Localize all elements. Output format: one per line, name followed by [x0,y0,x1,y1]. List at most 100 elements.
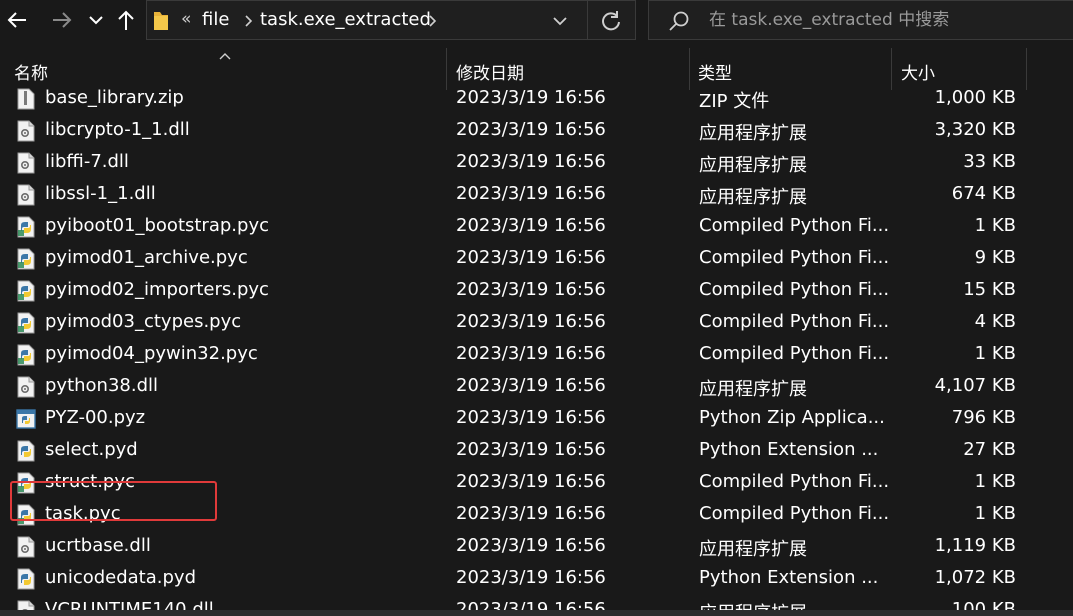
chevron-right-icon[interactable] [243,13,253,32]
file-name: struct.pyc [45,471,135,492]
file-type: Compiled Python Fi... [699,471,889,492]
file-modified-date: 2023/3/19 16:56 [456,183,606,204]
file-row[interactable]: pyimod02_importers.pyc 2023/3/19 16:56 Com… [0,274,1073,306]
python-zip-icon [16,408,36,430]
file-row[interactable]: pyimod03_ctypes.pyc 2023/3/19 16:56 Compil… [0,306,1073,338]
file-size: 1 KB [974,471,1016,492]
python-compiled-icon [16,248,36,270]
file-name: libffi-7.dll [45,151,129,172]
file-name: pyimod01_archive.pyc [45,247,248,268]
file-type: 应用程序扩展 [699,379,807,400]
file-modified-date: 2023/3/19 16:56 [456,87,606,108]
file-modified-date: 2023/3/19 16:56 [456,215,606,236]
breadcrumb-item-current[interactable]: task.exe_extracted [260,9,431,30]
zip-file-icon [16,88,36,110]
file-list: base_library.zip 2023/3/19 16:56 ZIP 文件 1,0… [0,78,1073,616]
file-modified-date: 2023/3/19 16:56 [456,247,606,268]
file-row[interactable]: unicodedata.pyd 2023/3/19 16:56 Python Ext… [0,562,1073,594]
up-button[interactable] [112,6,140,34]
address-dropdown-chevron-icon[interactable] [552,12,568,31]
dll-file-icon [16,376,36,398]
file-size: 3,320 KB [934,119,1016,140]
file-type: Compiled Python Fi... [699,215,889,236]
file-row[interactable]: ucrtbase.dll 2023/3/19 16:56 应用程序扩展 1,119 K… [0,530,1073,562]
dll-file-icon [16,536,36,558]
file-size: 1,119 KB [934,535,1016,556]
file-size: 1 KB [974,343,1016,364]
file-name: libssl-1_1.dll [45,183,156,204]
file-row[interactable]: pyiboot01_bootstrap.pyc 2023/3/19 16:56 Co… [0,210,1073,242]
file-modified-date: 2023/3/19 16:56 [456,567,606,588]
address-bar[interactable]: « file task.exe_extracted [146,0,636,40]
file-size: 4,107 KB [934,375,1016,396]
file-modified-date: 2023/3/19 16:56 [456,471,606,492]
dll-file-icon [16,184,36,206]
python-compiled-icon [16,344,36,366]
file-row[interactable]: libcrypto-1_1.dll 2023/3/19 16:56 应用程序扩展 3,… [0,114,1073,146]
status-strip [0,610,1073,616]
navigation-bar: « file task.exe_extracted [0,0,1073,42]
file-row[interactable]: base_library.zip 2023/3/19 16:56 ZIP 文件 1,0… [0,82,1073,114]
file-name: pyiboot01_bootstrap.pyc [45,215,269,236]
breadcrumb-overflow[interactable]: « [181,9,191,29]
python-compiled-icon [16,216,36,238]
scrollbar[interactable] [1066,90,1073,616]
python-compiled-icon [16,472,36,494]
file-name: unicodedata.pyd [45,567,196,588]
file-type: Compiled Python Fi... [699,311,889,332]
arrow-left-icon [7,12,26,28]
search-input[interactable] [707,8,1067,32]
file-modified-date: 2023/3/19 16:56 [456,407,606,428]
file-type: Compiled Python Fi... [699,503,889,524]
file-name: pyimod02_importers.pyc [45,279,269,300]
file-row[interactable]: PYZ-00.pyz 2023/3/19 16:56 Python Zip Appl… [0,402,1073,434]
file-name: libcrypto-1_1.dll [45,119,190,140]
refresh-icon [602,11,620,31]
file-name: task.pyc [45,503,121,524]
forward-button[interactable] [48,6,76,34]
file-name: python38.dll [45,375,159,396]
file-row[interactable]: select.pyd 2023/3/19 16:56 Python Extensio… [0,434,1073,466]
chevron-right-icon[interactable] [427,13,437,32]
file-size: 1,072 KB [934,567,1016,588]
file-row[interactable]: struct.pyc 2023/3/19 16:56 Compiled Python… [0,466,1073,498]
file-modified-date: 2023/3/19 16:56 [456,119,606,140]
back-button[interactable] [3,6,31,34]
file-row[interactable]: pyimod04_pywin32.pyc 2023/3/19 16:56 Compi… [0,338,1073,370]
file-row[interactable]: task.pyc 2023/3/19 16:56 Compiled Python F… [0,498,1073,530]
file-size: 9 KB [974,247,1016,268]
file-row[interactable]: libffi-7.dll 2023/3/19 16:56 应用程序扩展 33 KB [0,146,1073,178]
file-row[interactable]: libssl-1_1.dll 2023/3/19 16:56 应用程序扩展 674 K… [0,178,1073,210]
search-box[interactable] [648,0,1073,40]
file-size: 674 KB [951,183,1016,204]
file-type: Python Zip Applica... [699,407,885,428]
file-type: ZIP 文件 [699,91,770,112]
file-modified-date: 2023/3/19 16:56 [456,535,606,556]
dll-file-icon [16,152,36,174]
file-type: Compiled Python Fi... [699,247,889,268]
file-modified-date: 2023/3/19 16:56 [456,343,606,364]
file-row[interactable]: python38.dll 2023/3/19 16:56 应用程序扩展 4,107 K… [0,370,1073,402]
file-type: 应用程序扩展 [699,123,807,144]
file-name: base_library.zip [45,87,184,108]
breadcrumb-item-file[interactable]: file [202,9,229,30]
file-size: 1 KB [974,503,1016,524]
file-modified-date: 2023/3/19 16:56 [456,375,606,396]
file-name: pyimod03_ctypes.pyc [45,311,242,332]
file-type: 应用程序扩展 [699,187,807,208]
recent-locations-button[interactable] [82,6,110,34]
python-compiled-icon [16,312,36,334]
file-modified-date: 2023/3/19 16:56 [456,279,606,300]
file-row[interactable]: pyimod01_archive.pyc 2023/3/19 16:56 Compi… [0,242,1073,274]
file-type: Python Extension ... [699,567,879,588]
file-name: pyimod04_pywin32.pyc [45,343,258,364]
file-type: 应用程序扩展 [699,155,807,176]
arrow-right-icon [53,12,72,28]
refresh-button[interactable] [599,9,623,33]
dll-file-icon [16,120,36,142]
file-size: 4 KB [974,311,1016,332]
folder-icon [153,10,169,36]
python-extension-icon [16,568,36,590]
file-name: ucrtbase.dll [45,535,151,556]
file-name: PYZ-00.pyz [45,407,146,428]
